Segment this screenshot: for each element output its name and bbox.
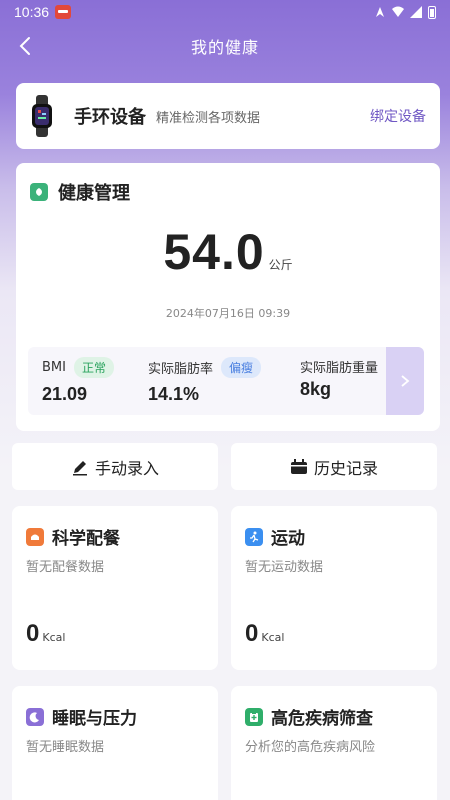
status-badge: 正常 [73, 357, 114, 378]
metric-value: 14.1% [148, 384, 200, 404]
metric-fat-rate: 实际脂肪率 偏瘦 14.1% [148, 357, 262, 405]
meal-icon [26, 527, 44, 546]
sport-tile[interactable]: 运动 暂无运动数据 0 Kcal [231, 506, 437, 670]
tile-title: 高危疾病筛查 [271, 709, 373, 729]
tile-value: 0 Kcal [245, 620, 284, 648]
tile-subtitle: 暂无运动数据 [245, 560, 324, 575]
calendar-icon [290, 458, 307, 474]
tile-subtitle: 暂无睡眠数据 [26, 740, 105, 755]
health-card-title: 健康管理 [58, 183, 130, 204]
health-management-card: 健康管理 54.0 公斤 2024年07月16日 09:39 BMI 正常 21.0… [16, 163, 440, 431]
metrics-strip: BMI 正常 21.09 实际脂肪率 偏瘦 14.1% 实际脂肪重量 8kg [28, 347, 424, 415]
weight-display: 54.0 公斤 [16, 223, 440, 281]
calorie-unit: Kcal [261, 631, 285, 644]
running-icon [245, 527, 263, 546]
status-badge: 偏瘦 [221, 357, 262, 378]
calorie-value: 0 [26, 620, 40, 647]
tile-title: 科学配餐 [52, 529, 120, 549]
diet-tile[interactable]: 科学配餐 暂无配餐数据 0 Kcal [12, 506, 218, 670]
status-time: 10:36 [14, 4, 50, 20]
tile-title: 运动 [271, 529, 305, 549]
metric-label: 实际脂肪率 [148, 362, 214, 377]
smart-band-icon [32, 95, 52, 137]
metric-label: BMI [42, 360, 66, 375]
weight-unit: 公斤 [268, 258, 293, 272]
page-title: 我的健康 [190, 38, 259, 57]
nav-bar: 我的健康 [0, 24, 450, 68]
tile-title: 睡眠与压力 [52, 709, 137, 729]
metric-fat-weight: 实际脂肪重量 8kg [300, 357, 378, 400]
moon-icon [26, 707, 44, 726]
calorie-unit: Kcal [42, 631, 66, 644]
device-subtitle: 精准检测各项数据 [156, 110, 261, 126]
bind-device-link[interactable]: 绑定设备 [370, 106, 426, 126]
risk-screening-tile[interactable]: 高危疾病筛查 分析您的高危疾病风险 [231, 686, 437, 800]
manual-entry-label: 手动录入 [94, 458, 159, 478]
history-button[interactable]: 历史记录 [231, 443, 437, 490]
battery-icon [428, 5, 436, 19]
metrics-more-button[interactable] [386, 347, 424, 415]
metric-label: 实际脂肪重量 [300, 361, 379, 376]
tile-subtitle: 分析您的高危疾病风险 [245, 740, 376, 755]
weight-value: 54.0 [163, 224, 265, 280]
history-label: 历史记录 [313, 458, 378, 478]
chevron-right-icon [401, 375, 410, 387]
measure-date: 2024年07月16日 09:39 [165, 307, 291, 320]
sleep-tile[interactable]: 睡眠与压力 暂无睡眠数据 [12, 686, 218, 800]
device-name: 手环设备 [74, 107, 146, 128]
status-bar: 10:36 [0, 0, 450, 24]
calorie-value: 0 [245, 620, 259, 647]
metric-bmi: BMI 正常 21.09 [42, 357, 114, 405]
pencil-icon [72, 460, 87, 475]
app-notification-icon [55, 5, 72, 19]
clipboard-icon [245, 707, 263, 726]
back-arrow-icon[interactable] [14, 32, 38, 60]
tile-value: 0 Kcal [26, 620, 65, 648]
location-icon [376, 7, 384, 17]
device-card[interactable]: 手环设备 精准检测各项数据 绑定设备 [16, 83, 440, 149]
wifi-icon [392, 6, 404, 17]
manual-entry-button[interactable]: 手动录入 [12, 443, 218, 490]
health-leaf-icon [30, 183, 48, 201]
metric-value: 8kg [300, 379, 332, 399]
tile-subtitle: 暂无配餐数据 [26, 560, 105, 575]
metric-value: 21.09 [42, 384, 88, 404]
signal-icon [410, 6, 422, 18]
